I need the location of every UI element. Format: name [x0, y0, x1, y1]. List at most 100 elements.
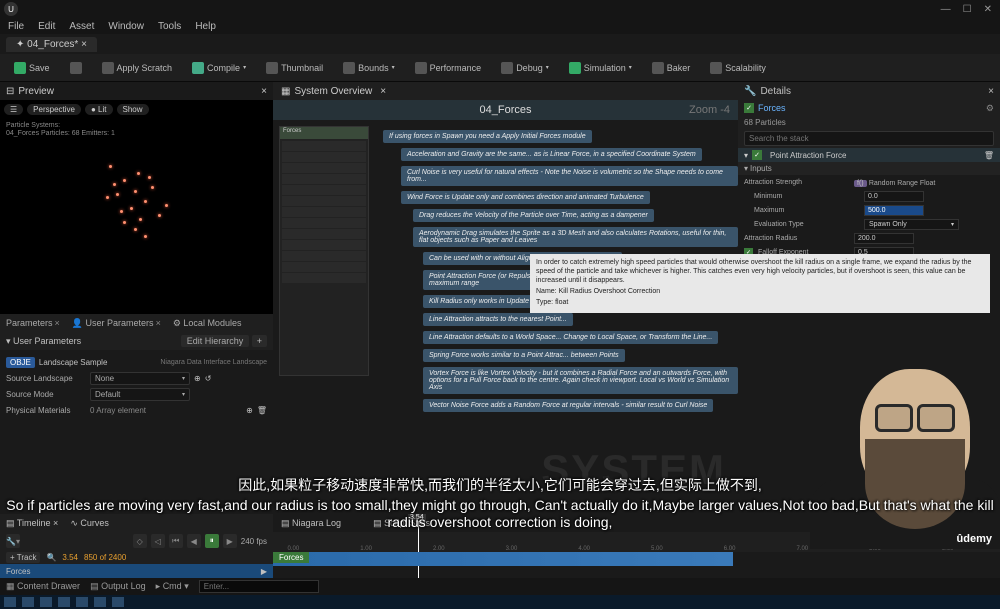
comment-note[interactable]: Line Attraction defaults to a World Spac… — [423, 331, 718, 344]
chevron-down-icon[interactable]: ▾ — [243, 64, 246, 71]
taskbar-app[interactable] — [40, 597, 52, 607]
tab-niagara-log[interactable]: ▤ Niagara Log — [281, 518, 341, 529]
rewind-button[interactable]: ⏮ — [169, 534, 183, 548]
tab-user-parameters[interactable]: 👤 User Parameters× — [66, 318, 167, 329]
edit-hierarchy-button[interactable]: Edit Hierarchy — [181, 335, 250, 347]
settings-button[interactable]: 🔧▾ — [6, 534, 20, 548]
step-back-button[interactable]: ◀ — [187, 534, 201, 548]
delete-icon[interactable]: 🗑 — [984, 151, 994, 160]
scalability-button[interactable]: Scalability — [704, 59, 772, 77]
thumbnail-button[interactable]: Thumbnail — [260, 59, 329, 77]
maximize-icon[interactable]: ☐ — [963, 4, 972, 15]
close-icon[interactable]: ✕ — [984, 4, 992, 15]
baker-button[interactable]: Baker — [646, 59, 697, 77]
preview-viewport[interactable]: ☰ Perspective ● Lit Show Particle System… — [0, 100, 273, 314]
lit-mode-button[interactable]: ● Lit — [85, 104, 113, 115]
track-forward-icon[interactable]: ▶ — [261, 567, 267, 576]
comment-note[interactable]: Drag reduces the Velocity of the Particl… — [413, 209, 654, 222]
comment-note[interactable]: Line Attraction attracts to the nearest … — [423, 313, 573, 326]
search-input[interactable] — [744, 131, 994, 146]
collapse-icon[interactable]: ⊟ — [6, 86, 14, 97]
taskbar-app[interactable] — [58, 597, 70, 607]
maximum-input[interactable] — [864, 205, 924, 216]
add-element-icon[interactable]: ⊕ — [246, 406, 253, 415]
chevron-down-icon[interactable]: ▾ — [6, 336, 11, 346]
cmd-dropdown[interactable]: ▸ Cmd ▾ — [156, 581, 189, 592]
menu-window[interactable]: Window — [108, 21, 144, 32]
bounds-button[interactable]: Bounds ▾ — [337, 59, 401, 77]
playhead[interactable] — [418, 514, 419, 578]
debug-button[interactable]: Debug ▾ — [495, 59, 555, 77]
comment-note[interactable]: If using forces in Spawn you need a Appl… — [383, 130, 592, 143]
comment-note[interactable]: Spring Force works similar to a Point At… — [423, 349, 625, 362]
panel-close-icon[interactable]: × — [261, 86, 267, 97]
step-fwd-button[interactable]: ▶ — [223, 534, 237, 548]
tab-parameters[interactable]: Parameters× — [0, 318, 66, 328]
add-button[interactable]: + — [252, 335, 267, 347]
windows-taskbar[interactable] — [0, 595, 1000, 609]
output-log-button[interactable]: ▤ Output Log — [90, 581, 146, 592]
module-checkbox[interactable]: ✓ — [752, 150, 762, 160]
node-graph[interactable]: Forces If using forces in Spawn you need… — [273, 120, 738, 514]
apply-scratch-button[interactable]: Apply Scratch — [96, 59, 179, 77]
menu-file[interactable]: File — [8, 21, 24, 32]
chevron-down-icon[interactable]: ▾ — [629, 64, 632, 71]
reset-icon[interactable]: ↺ — [205, 374, 212, 383]
viewport-options-button[interactable]: ☰ — [4, 104, 23, 115]
show-button[interactable]: Show — [117, 104, 149, 115]
taskbar-app[interactable] — [22, 597, 34, 607]
type-chip[interactable]: f() — [854, 180, 867, 187]
minimize-icon[interactable]: — — [941, 4, 951, 15]
gear-icon[interactable]: ⚙ — [986, 103, 994, 114]
comment-note[interactable]: Vector Noise Force adds a Random Force a… — [423, 399, 713, 412]
play-button[interactable]: ⏸ — [205, 534, 219, 548]
comment-note[interactable]: Aerodynamic Drag simulates the Sprite as… — [413, 227, 738, 247]
forces-clip[interactable]: Forces — [273, 552, 309, 563]
menu-help[interactable]: Help — [195, 21, 216, 32]
forces-checkbox[interactable]: ✓ — [744, 103, 754, 113]
close-icon[interactable]: × — [380, 86, 386, 97]
cmd-input[interactable] — [199, 580, 319, 593]
taskbar-app[interactable] — [76, 597, 88, 607]
content-drawer-button[interactable]: ▦ Content Drawer — [6, 581, 80, 592]
forces-label[interactable]: Forces — [758, 103, 786, 113]
taskbar-app[interactable] — [94, 597, 106, 607]
tab-close-icon[interactable]: × — [81, 39, 87, 50]
attraction-radius-input[interactable] — [854, 233, 914, 244]
compile-button[interactable]: Compile ▾ — [186, 59, 252, 77]
menu-asset[interactable]: Asset — [69, 21, 94, 32]
save-button[interactable]: Save — [8, 59, 56, 77]
chevron-down-icon[interactable]: ▾ — [744, 164, 748, 173]
timeline-track-bar[interactable] — [273, 552, 733, 566]
key-button[interactable]: ◇ — [133, 534, 147, 548]
chevron-down-icon[interactable]: ▾ — [546, 64, 549, 71]
source-mode-dropdown[interactable]: Default▾ — [90, 388, 190, 401]
evaluation-type-dropdown[interactable]: Spawn Only▾ — [864, 219, 959, 230]
fps-dropdown[interactable]: 240 fps — [241, 537, 267, 546]
menu-edit[interactable]: Edit — [38, 21, 55, 32]
comment-note[interactable]: Curl Noise is very useful for natural ef… — [401, 166, 738, 186]
tab-timeline[interactable]: ▤ Timeline × — [6, 518, 58, 529]
system-overview-tab[interactable]: System Overview — [294, 86, 372, 97]
comment-note[interactable]: Wind Force is Update only and combines d… — [401, 191, 650, 204]
start-button[interactable] — [4, 597, 16, 607]
module-name[interactable]: Point Attraction Force — [770, 151, 846, 160]
chevron-down-icon[interactable]: ▾ — [392, 64, 395, 71]
close-icon[interactable]: × — [55, 318, 60, 328]
panel-close-icon[interactable]: × — [988, 86, 994, 97]
search-icon[interactable]: 🔍 — [46, 553, 56, 562]
add-track-button[interactable]: + Track — [6, 552, 40, 563]
emitter-node[interactable]: Forces — [279, 126, 369, 376]
comment-note[interactable]: Vortex Force is like Vortex Velocity - b… — [423, 367, 738, 394]
perspective-button[interactable]: Perspective — [27, 104, 81, 115]
clear-icon[interactable]: 🗑 — [257, 406, 267, 415]
simulation-button[interactable]: Simulation ▾ — [563, 59, 638, 77]
track-forces[interactable]: Forces — [6, 567, 30, 576]
chevron-down-icon[interactable]: ▾ — [744, 151, 748, 160]
comment-note[interactable]: Acceleration and Gravity are the same...… — [401, 148, 702, 161]
menu-tools[interactable]: Tools — [158, 21, 181, 32]
source-landscape-dropdown[interactable]: None▾ — [90, 372, 190, 385]
taskbar-app[interactable] — [112, 597, 124, 607]
minimum-input[interactable] — [864, 191, 924, 202]
tab-local-modules[interactable]: ⚙ Local Modules — [167, 318, 248, 329]
